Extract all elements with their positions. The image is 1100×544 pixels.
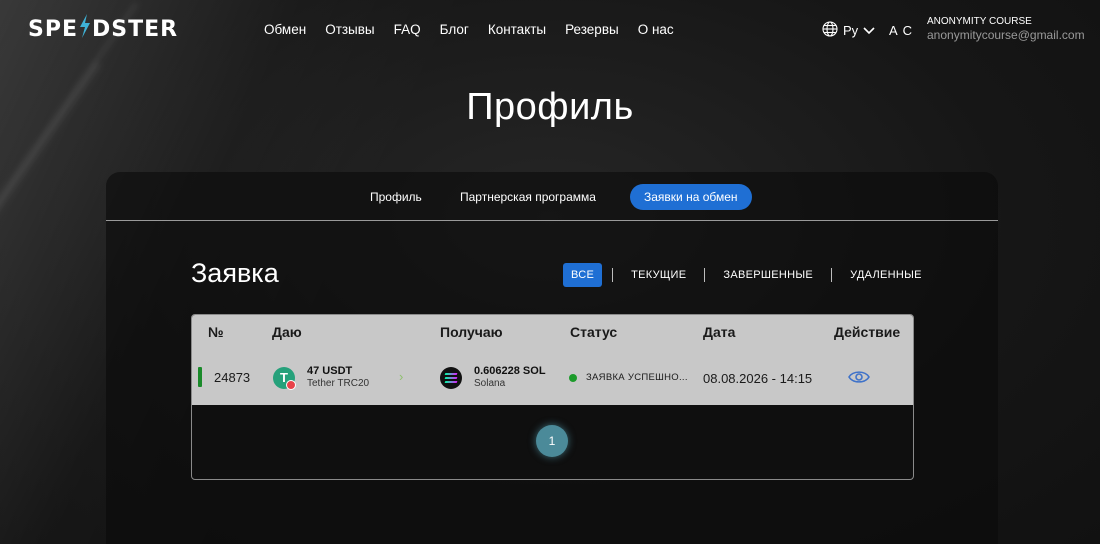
order-filters: ВСЕ ТЕКУЩИЕ ЗАВЕРШЕННЫЕ УДАЛЕННЫЕ xyxy=(563,263,930,287)
filter-separator xyxy=(831,268,833,282)
nav-item-faq[interactable]: FAQ xyxy=(394,22,421,37)
site-header: SPE DSTER Обмен Отзывы FAQ Блог Контакты… xyxy=(0,0,1100,60)
logo[interactable]: SPE DSTER xyxy=(28,14,178,44)
column-header-receive: Получаю xyxy=(440,324,503,340)
nav-item-reviews[interactable]: Отзывы xyxy=(325,22,374,37)
nav-item-reserves[interactable]: Резервы xyxy=(565,22,619,37)
chevron-down-icon xyxy=(863,23,875,38)
order-status: ЗАЯВКА УСПЕШНО... xyxy=(586,372,688,383)
eye-icon[interactable] xyxy=(848,369,870,385)
solana-icon xyxy=(440,367,462,389)
tab-partner-program[interactable]: Партнерская программа xyxy=(446,184,610,210)
nav-item-about[interactable]: О нас xyxy=(638,22,674,37)
nav-item-exchange[interactable]: Обмен xyxy=(264,22,306,37)
arrow-right-icon: › xyxy=(399,369,404,384)
row-status-indicator xyxy=(198,367,202,387)
order-id: 24873 xyxy=(214,370,251,385)
tron-network-icon xyxy=(286,380,296,390)
user-initials[interactable]: A C xyxy=(889,23,913,38)
nav-item-contacts[interactable]: Контакты xyxy=(488,22,546,37)
page-title: Профиль xyxy=(466,86,634,128)
language-selector[interactable]: Ру xyxy=(822,21,875,40)
logo-text-left: SPE xyxy=(28,16,78,42)
profile-tabs: Профиль Партнерская программа Заявки на … xyxy=(0,184,1100,210)
status-dot xyxy=(569,374,577,382)
orders-title: Заявка xyxy=(191,258,279,288)
give-currency-name: Tether TRC20 xyxy=(307,378,370,389)
filter-current[interactable]: ТЕКУЩИЕ xyxy=(623,263,694,287)
globe-icon xyxy=(822,21,838,40)
user-name: ANONYMITY COURSE xyxy=(927,16,1032,27)
tab-exchange-requests[interactable]: Заявки на обмен xyxy=(630,184,752,210)
user-info[interactable]: ANONYMITY COURSE anonymitycourse@gmail.c… xyxy=(927,16,1085,42)
order-date: 08.08.2026 - 14:15 xyxy=(703,371,813,386)
filter-all[interactable]: ВСЕ xyxy=(563,263,603,287)
filter-separator xyxy=(704,268,706,282)
column-header-action: Действие xyxy=(834,324,901,340)
column-header-date: Дата xyxy=(703,324,736,340)
column-header-give: Даю xyxy=(272,324,302,340)
filter-completed[interactable]: ЗАВЕРШЕННЫЕ xyxy=(715,263,821,287)
column-header-number: № xyxy=(208,324,224,340)
tab-profile[interactable]: Профиль xyxy=(356,184,436,210)
main-nav: Обмен Отзывы FAQ Блог Контакты Резервы О… xyxy=(264,22,674,37)
give-amount: 47 USDT xyxy=(307,365,353,377)
filter-deleted[interactable]: УДАЛЕННЫЕ xyxy=(842,263,930,287)
table-header: № Даю Получаю Статус Дата Действие xyxy=(192,315,913,351)
tabs-divider xyxy=(106,220,998,221)
filter-separator xyxy=(612,268,614,282)
table-row[interactable]: 24873 47 USDT Tether TRC20 › 0.606228 SO… xyxy=(192,351,913,405)
pagination-page-button[interactable]: 1 xyxy=(536,425,568,457)
user-email: anonymitycourse@gmail.com xyxy=(927,28,1085,42)
language-value: Ру xyxy=(843,23,859,38)
lightning-bolt-icon xyxy=(79,14,91,44)
receive-amount: 0.606228 SOL xyxy=(474,365,546,377)
column-header-status: Статус xyxy=(570,324,618,340)
nav-item-blog[interactable]: Блог xyxy=(440,22,469,37)
receive-currency-name: Solana xyxy=(474,378,506,389)
logo-text-right: DSTER xyxy=(92,16,179,42)
